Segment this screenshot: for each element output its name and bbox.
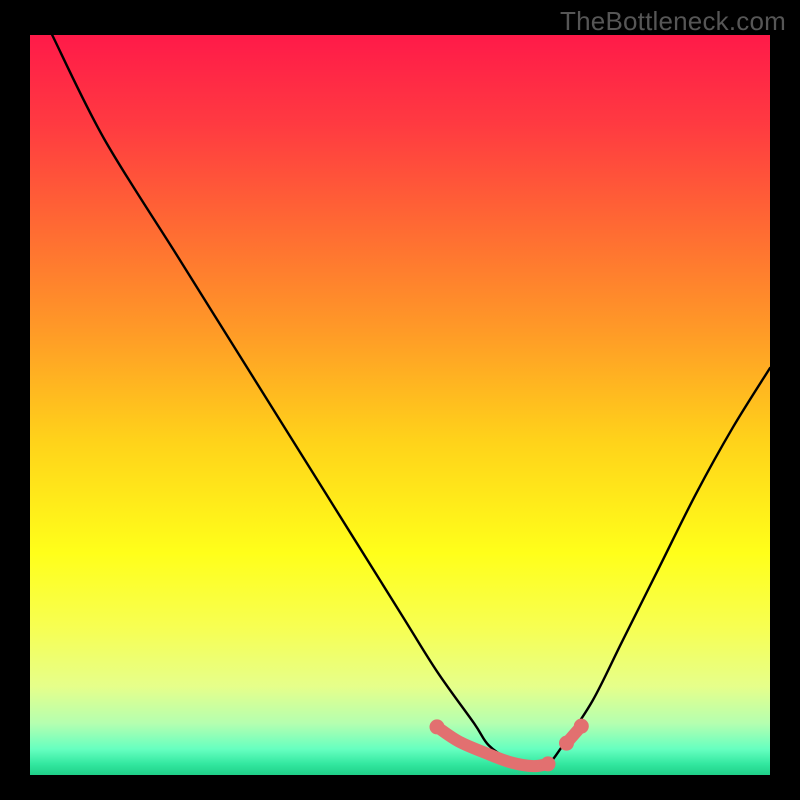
gradient-background (30, 35, 770, 775)
highlight-endpoint (559, 736, 574, 751)
highlight-endpoint (541, 756, 556, 771)
highlight-endpoint (574, 719, 589, 734)
highlight-endpoint (430, 719, 445, 734)
chart-frame: TheBottleneck.com (0, 0, 800, 800)
bottleneck-chart (0, 0, 800, 800)
